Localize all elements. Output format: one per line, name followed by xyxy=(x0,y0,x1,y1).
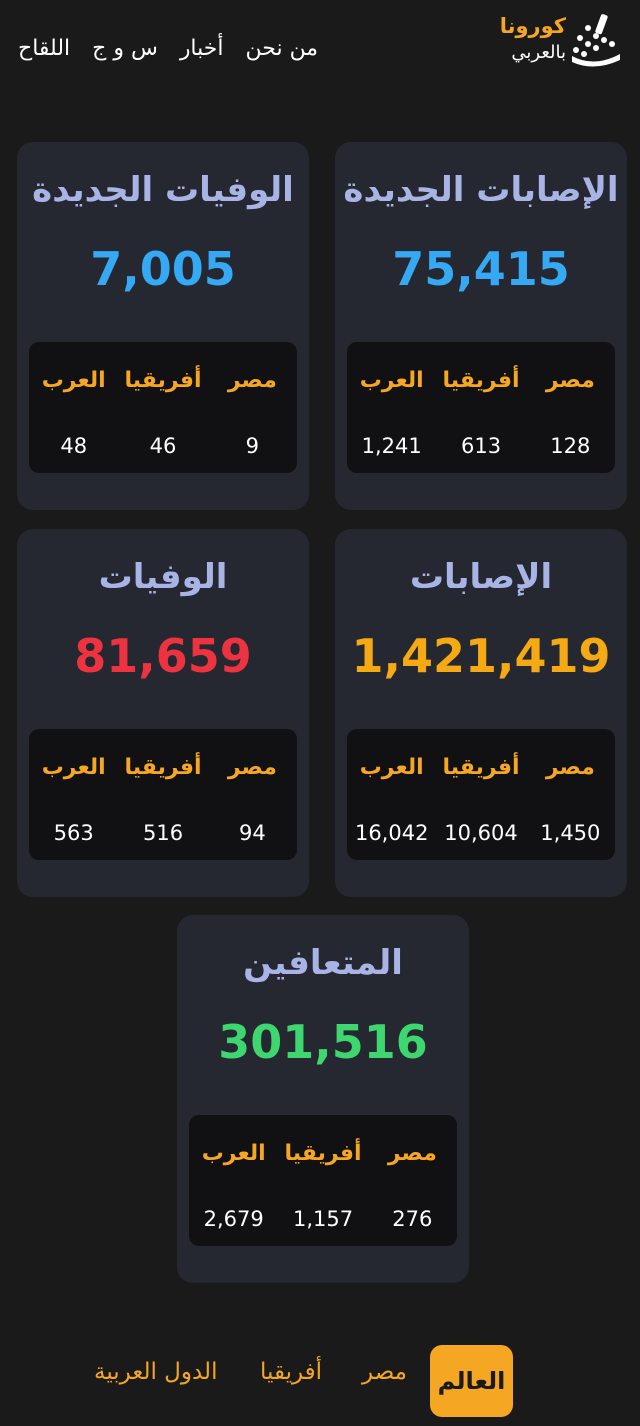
new-cases-value: 75,415 xyxy=(392,242,570,296)
cases-title: الإصابات xyxy=(409,557,553,597)
breakdown-value: 94 xyxy=(238,821,266,845)
breakdown-label: أفريقيا xyxy=(284,1141,362,1166)
breakdown-value: 48 xyxy=(60,434,88,458)
breakdown-value: 563 xyxy=(53,821,94,845)
breakdown-label: العرب xyxy=(201,1141,266,1166)
new-deaths-title: الوفيات الجديدة xyxy=(32,170,294,210)
breakdown-label: العرب xyxy=(359,368,424,393)
new-cases-card: الإصابات الجديدة 75,415 مصر 128 أفريقيا … xyxy=(335,142,627,510)
breakdown-arab: العرب 2,679 xyxy=(189,1115,278,1246)
breakdown-arab: العرب 16,042 xyxy=(347,729,436,860)
breakdown-value: 16,042 xyxy=(354,821,429,845)
breakdown-africa: أفريقيا 10,604 xyxy=(436,729,525,860)
breakdown-label: مصر xyxy=(545,755,595,780)
breakdown-value: 1,450 xyxy=(540,821,601,845)
tab-egypt[interactable]: مصر xyxy=(362,1359,407,1385)
breakdown-value: 276 xyxy=(392,1207,433,1231)
region-tabs: العالم مصر أفريقيا الدول العربية xyxy=(0,1345,640,1417)
breakdown-egypt: مصر 94 xyxy=(208,729,297,860)
deaths-title: الوفيات xyxy=(98,557,228,597)
nav-vaccine-link[interactable]: اللقاح xyxy=(18,36,70,61)
breakdown-label: أفريقيا xyxy=(442,755,520,780)
new-cases-title: الإصابات الجديدة xyxy=(343,170,619,210)
breakdown-value: 2,679 xyxy=(203,1207,264,1231)
breakdown-egypt: مصر 276 xyxy=(368,1115,457,1246)
deaths-card: الوفيات 81,659 مصر 94 أفريقيا 516 العرب … xyxy=(17,529,309,897)
breakdown-egypt: مصر 128 xyxy=(526,342,615,473)
breakdown-value: 9 xyxy=(245,434,260,458)
new-cases-breakdown: مصر 128 أفريقيا 613 العرب 1,241 xyxy=(347,342,615,473)
tab-world[interactable]: العالم xyxy=(430,1345,513,1417)
breakdown-value: 46 xyxy=(149,434,177,458)
breakdown-label: العرب xyxy=(41,368,106,393)
breakdown-label: مصر xyxy=(227,368,277,393)
cases-card: الإصابات 1,421,419 مصر 1,450 أفريقيا 10,… xyxy=(335,529,627,897)
breakdown-label: أفريقيا xyxy=(124,755,202,780)
top-bar: اللقاح س و ج أخبار من نحن كورونا بالعربي xyxy=(0,0,640,100)
logo-text-corona: كورونا xyxy=(499,14,566,38)
new-deaths-card: الوفيات الجديدة 7,005 مصر 9 أفريقيا 46 ا… xyxy=(17,142,309,510)
breakdown-value: 128 xyxy=(550,434,591,458)
breakdown-label: أفريقيا xyxy=(442,368,520,393)
recovered-card: المتعافين 301,516 مصر 276 أفريقيا 1,157 … xyxy=(177,915,469,1283)
breakdown-arab: العرب 563 xyxy=(29,729,118,860)
breakdown-value: 516 xyxy=(142,821,184,845)
breakdown-africa: أفريقيا 1,157 xyxy=(278,1115,367,1246)
recovered-title: المتعافين xyxy=(243,943,403,983)
breakdown-africa: أفريقيا 613 xyxy=(436,342,525,473)
new-deaths-breakdown: مصر 9 أفريقيا 46 العرب 48 xyxy=(29,342,297,473)
breakdown-africa: أفريقيا 46 xyxy=(118,342,207,473)
deaths-breakdown: مصر 94 أفريقيا 516 العرب 563 xyxy=(29,729,297,860)
breakdown-label: العرب xyxy=(41,755,106,780)
breakdown-label: أفريقيا xyxy=(124,368,202,393)
logo-dots-icon xyxy=(572,14,620,67)
recovered-breakdown: مصر 276 أفريقيا 1,157 العرب 2,679 xyxy=(189,1115,457,1246)
breakdown-egypt: مصر 1,450 xyxy=(526,729,615,860)
breakdown-arab: العرب 1,241 xyxy=(347,342,436,473)
new-deaths-value: 7,005 xyxy=(90,242,236,296)
breakdown-arab: العرب 48 xyxy=(29,342,118,473)
breakdown-africa: أفريقيا 516 xyxy=(118,729,207,860)
logo[interactable]: كورونا بالعربي xyxy=(494,8,624,72)
breakdown-value: 1,157 xyxy=(292,1207,354,1231)
top-nav: اللقاح س و ج أخبار من نحن xyxy=(18,36,318,61)
cases-value: 1,421,419 xyxy=(351,629,611,683)
nav-news-link[interactable]: أخبار xyxy=(180,36,224,61)
deaths-value: 81,659 xyxy=(74,629,252,683)
cases-breakdown: مصر 1,450 أفريقيا 10,604 العرب 16,042 xyxy=(347,729,615,860)
nav-faq-link[interactable]: س و ج xyxy=(92,36,158,61)
logo-text-arabic: بالعربي xyxy=(511,42,566,63)
tab-arab-countries[interactable]: الدول العربية xyxy=(94,1359,217,1385)
breakdown-label: مصر xyxy=(227,755,277,780)
breakdown-value: 10,604 xyxy=(444,821,518,845)
breakdown-label: مصر xyxy=(387,1141,437,1166)
breakdown-value: 1,241 xyxy=(361,434,422,458)
breakdown-label: مصر xyxy=(545,368,595,393)
breakdown-label: العرب xyxy=(359,755,424,780)
recovered-value: 301,516 xyxy=(218,1015,428,1069)
breakdown-egypt: مصر 9 xyxy=(208,342,297,473)
breakdown-value: 613 xyxy=(460,434,502,458)
tab-africa[interactable]: أفريقيا xyxy=(260,1359,322,1385)
nav-about-link[interactable]: من نحن xyxy=(246,36,319,61)
